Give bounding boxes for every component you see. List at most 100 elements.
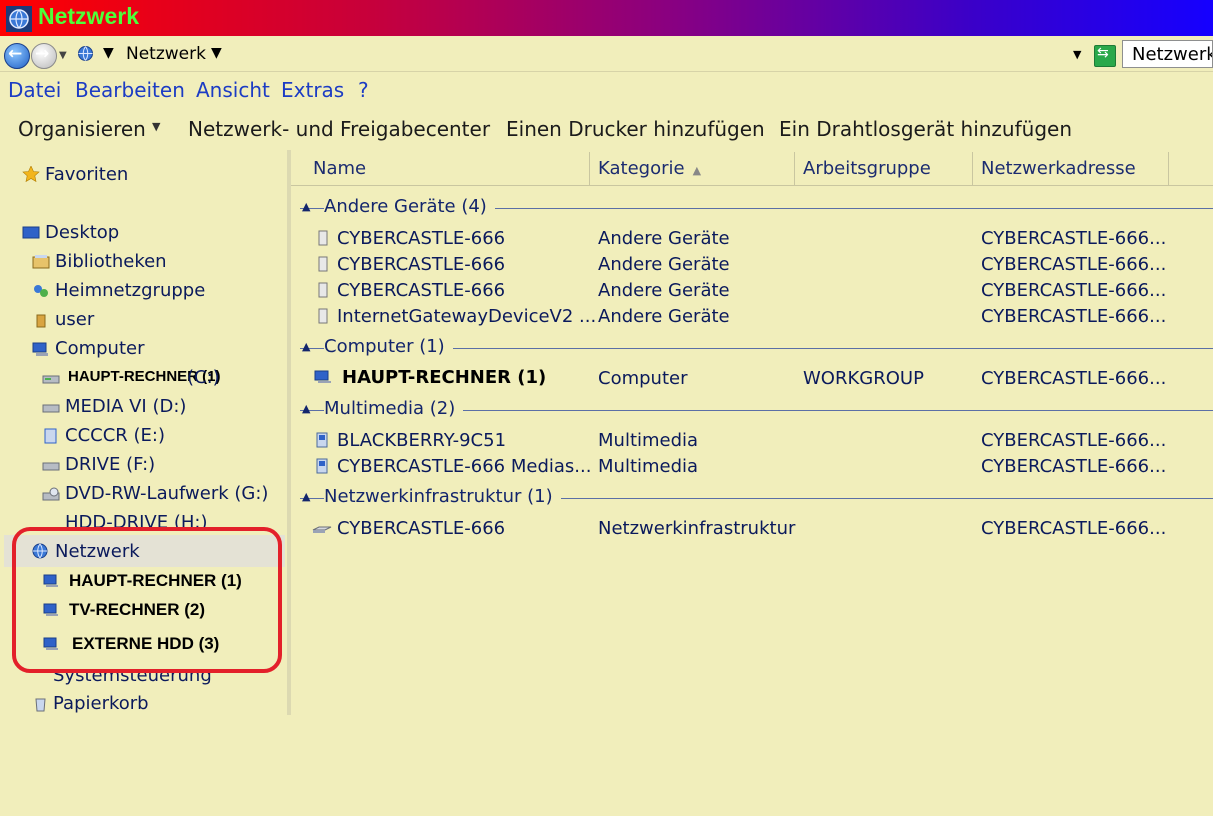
annotation-highlight-ring xyxy=(12,527,282,673)
device-icon xyxy=(316,256,330,272)
nav-drive-d[interactable]: MEDIA VI (D:) xyxy=(65,396,186,417)
computer-icon xyxy=(32,341,50,357)
row-name[interactable]: CYBERCASTLE-666 xyxy=(337,254,505,275)
row-category: Multimedia xyxy=(598,430,699,451)
row-name[interactable]: CYBERCASTLE-666 xyxy=(337,280,505,301)
column-header-category-label: Kategorie xyxy=(598,158,685,179)
row-category: Andere Geräte xyxy=(598,254,730,275)
group-label: Computer (1) xyxy=(324,336,453,357)
forward-button[interactable] xyxy=(31,43,57,69)
refresh-icon[interactable] xyxy=(1094,45,1116,67)
device-icon xyxy=(316,282,330,298)
group-header[interactable]: ▲ Netzwerkinfrastruktur (1) xyxy=(300,486,1213,510)
row-name[interactable]: HAUPT-RECHNER (1) xyxy=(342,367,546,388)
menu-file[interactable]: Datei xyxy=(8,78,61,102)
nav-user[interactable]: user xyxy=(55,309,94,330)
group-header[interactable]: ▲ Multimedia (2) xyxy=(300,398,1213,422)
collapse-triangle-icon[interactable]: ▲ xyxy=(302,490,310,503)
column-header-workgroup[interactable]: Arbeitsgruppe xyxy=(795,152,973,185)
computer-icon xyxy=(313,369,333,385)
drive-icon xyxy=(42,371,60,387)
row-workgroup: WORKGROUP xyxy=(803,368,924,389)
group-header[interactable]: ▲ Computer (1) xyxy=(300,336,1213,360)
row-name[interactable]: BLACKBERRY-9C51 xyxy=(337,430,506,451)
title-bar: Netzwerk xyxy=(0,0,1213,36)
row-address: CYBERCASTLE-666... xyxy=(981,306,1167,327)
menu-edit[interactable]: Bearbeiten xyxy=(75,78,185,102)
removable-drive-icon xyxy=(42,428,60,444)
group-label: Multimedia (2) xyxy=(324,398,464,419)
user-icon xyxy=(32,312,50,328)
nav-favorites[interactable]: Favoriten xyxy=(45,164,128,185)
nav-homegroup[interactable]: Heimnetzgruppe xyxy=(55,280,205,301)
drive-icon xyxy=(42,458,60,474)
group-header[interactable]: ▲ Andere Geräte (4) xyxy=(300,196,1213,220)
collapse-triangle-icon[interactable]: ▲ xyxy=(302,402,310,415)
row-name[interactable]: CYBERCASTLE-666 xyxy=(337,228,505,249)
organize-dropdown-icon[interactable]: ▼ xyxy=(152,120,160,133)
nav-libraries[interactable]: Bibliotheken xyxy=(55,251,167,272)
sort-ascending-icon: ▲ xyxy=(692,164,702,177)
history-dropdown-icon[interactable]: ▼ xyxy=(59,50,67,61)
row-category: Multimedia xyxy=(598,456,699,477)
window-title: Netzwerk xyxy=(38,3,139,29)
collapse-triangle-icon[interactable]: ▲ xyxy=(302,200,310,213)
row-address: CYBERCASTLE-666... xyxy=(981,518,1167,539)
nav-control-panel[interactable]: Systemsteuerung xyxy=(53,671,212,685)
row-category: Andere Geräte xyxy=(598,280,730,301)
group-label: Netzwerkinfrastruktur (1) xyxy=(324,486,561,507)
row-category: Andere Geräte xyxy=(598,306,730,327)
libraries-icon xyxy=(32,254,50,270)
header-divider xyxy=(291,185,1213,186)
add-printer-button[interactable]: Einen Drucker hinzufügen xyxy=(506,117,765,141)
network-center-button[interactable]: Netzwerk- und Freigabecenter xyxy=(188,117,490,141)
network-location-icon xyxy=(76,44,95,63)
drive-icon xyxy=(42,400,60,416)
column-header-category[interactable]: Kategorie ▲ xyxy=(590,152,795,185)
desktop-icon xyxy=(22,225,40,241)
nav-drive-h[interactable]: HDD-DRIVE (H:) xyxy=(65,512,207,528)
nav-computer[interactable]: Computer xyxy=(55,338,144,359)
dvd-drive-icon xyxy=(42,487,60,503)
breadcrumb-chevron-icon[interactable]: ▼ xyxy=(103,45,114,61)
menu-extras[interactable]: Extras xyxy=(281,78,344,102)
column-header-address[interactable]: Netzwerkadresse xyxy=(973,152,1169,185)
nav-drive-c-letter[interactable]: (C:) xyxy=(187,367,220,388)
address-dropdown-icon[interactable]: ▼ xyxy=(1073,48,1081,61)
recycle-bin-icon xyxy=(32,696,50,712)
command-bar: Organisieren Netzwerk- und Freigabecente… xyxy=(0,111,1213,148)
star-icon xyxy=(22,165,40,183)
collapse-triangle-icon[interactable]: ▲ xyxy=(302,340,310,353)
search-input[interactable]: Netzwerk xyxy=(1122,40,1213,68)
add-wireless-device-button[interactable]: Ein Drahtlosgerät hinzufügen xyxy=(779,117,1072,141)
device-icon xyxy=(316,308,330,324)
row-address: CYBERCASTLE-666... xyxy=(981,280,1167,301)
media-server-icon xyxy=(315,458,329,474)
row-category: Andere Geräte xyxy=(598,228,730,249)
row-name[interactable]: CYBERCASTLE-666 xyxy=(337,518,505,539)
row-address: CYBERCASTLE-666... xyxy=(981,254,1167,275)
menu-view[interactable]: Ansicht xyxy=(196,78,270,102)
nav-recycle-bin[interactable]: Papierkorb xyxy=(53,693,149,714)
nav-drive-f[interactable]: DRIVE (F:) xyxy=(65,454,155,475)
breadcrumb-dropdown-icon[interactable]: ▼ xyxy=(211,45,222,61)
network-globe-icon xyxy=(6,6,32,32)
nav-desktop[interactable]: Desktop xyxy=(45,222,119,243)
breadcrumb-location[interactable]: Netzwerk xyxy=(126,44,206,64)
menu-help[interactable]: ? xyxy=(358,78,369,102)
back-button[interactable] xyxy=(4,43,30,69)
nav-drive-e[interactable]: CCCCR (E:) xyxy=(65,425,165,446)
row-address: CYBERCASTLE-666... xyxy=(981,456,1167,477)
group-label: Andere Geräte (4) xyxy=(324,196,495,217)
nav-drive-g[interactable]: DVD-RW-Laufwerk (G:) xyxy=(65,483,268,504)
row-name[interactable]: CYBERCASTLE-666 Medias... xyxy=(337,456,591,477)
pane-splitter[interactable] xyxy=(287,150,291,715)
organize-button[interactable]: Organisieren xyxy=(18,117,146,141)
row-category: Computer xyxy=(598,368,688,389)
row-name[interactable]: InternetGatewayDeviceV2 ... xyxy=(337,306,596,327)
row-address: CYBERCASTLE-666... xyxy=(981,368,1167,389)
router-icon xyxy=(312,521,332,537)
menu-bar: Datei Bearbeiten Ansicht Extras ? xyxy=(0,74,1213,108)
column-header-name[interactable]: Name xyxy=(305,152,590,185)
row-address: CYBERCASTLE-666... xyxy=(981,228,1167,249)
